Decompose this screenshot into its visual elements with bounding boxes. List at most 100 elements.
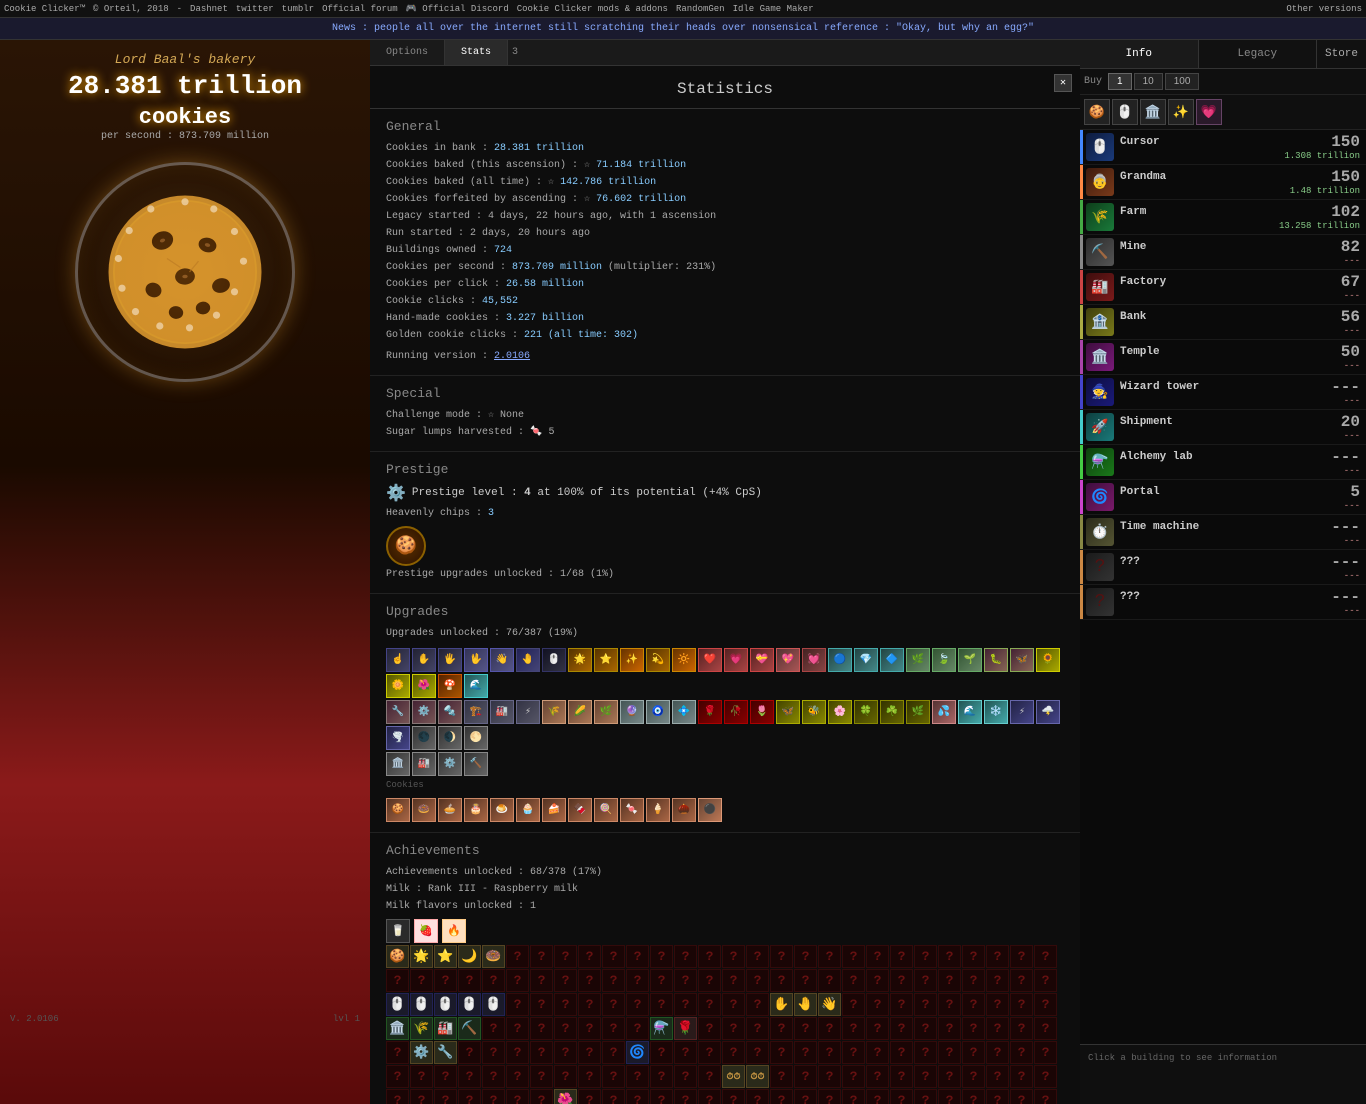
upgrade-icon[interactable]: ✨ bbox=[620, 648, 644, 672]
achievement-icon[interactable]: ? bbox=[554, 1041, 577, 1064]
achievement-icon[interactable]: ? bbox=[698, 1041, 721, 1064]
upgrade-icon[interactable]: 👋 bbox=[490, 648, 514, 672]
achievement-icon[interactable]: ? bbox=[722, 1017, 745, 1040]
achievement-icon[interactable]: ? bbox=[698, 1089, 721, 1104]
achievement-icon[interactable]: ? bbox=[962, 969, 985, 992]
achievement-icon[interactable]: ? bbox=[602, 1089, 625, 1104]
achievement-icon[interactable]: ? bbox=[1010, 1089, 1033, 1104]
achievement-icon[interactable]: ? bbox=[722, 969, 745, 992]
upgrade-icon[interactable]: 🌒 bbox=[438, 726, 462, 750]
cookie-upgrade-icon[interactable]: 🎂 bbox=[464, 798, 488, 822]
achievement-icon[interactable]: ? bbox=[410, 1089, 433, 1104]
cookie-upgrade-icon[interactable]: 🍰 bbox=[542, 798, 566, 822]
achievement-icon[interactable]: ? bbox=[578, 969, 601, 992]
achievement-icon[interactable]: ? bbox=[962, 1017, 985, 1040]
achievement-icon[interactable]: 🌹 bbox=[674, 1017, 697, 1040]
achievement-icon[interactable]: ? bbox=[650, 1065, 673, 1088]
achievement-icon[interactable]: ? bbox=[1010, 945, 1033, 968]
store-cursor-icon[interactable]: 🖱️ bbox=[1112, 99, 1138, 125]
topbar-randomgen-link[interactable]: RandomGen bbox=[676, 4, 725, 14]
stats-panel[interactable]: ✕ Statistics General Cookies in bank : 2… bbox=[370, 66, 1080, 1104]
cookie-upgrade-icon[interactable]: ⚫ bbox=[698, 798, 722, 822]
achievement-icon[interactable]: ? bbox=[866, 1041, 889, 1064]
achievement-icon[interactable]: ? bbox=[674, 945, 697, 968]
upgrade-icon[interactable]: 🔆 bbox=[672, 648, 696, 672]
achievement-icon[interactable]: ? bbox=[506, 945, 529, 968]
achievement-icon[interactable]: ? bbox=[986, 969, 1009, 992]
achievement-icon[interactable]: ? bbox=[530, 993, 553, 1016]
achievement-icon[interactable]: ? bbox=[794, 969, 817, 992]
cookie-upgrade-icon[interactable]: 🍬 bbox=[620, 798, 644, 822]
achievement-icon[interactable]: ? bbox=[506, 1017, 529, 1040]
achievement-icon[interactable]: ? bbox=[386, 969, 409, 992]
achievement-icon[interactable]: ? bbox=[986, 945, 1009, 968]
achievement-icon[interactable]: ? bbox=[722, 1041, 745, 1064]
buy-1-button[interactable]: 1 bbox=[1108, 73, 1132, 90]
achievement-icon[interactable]: ? bbox=[530, 1041, 553, 1064]
achievement-icon[interactable]: ? bbox=[386, 1041, 409, 1064]
achievement-icon[interactable]: ? bbox=[962, 1089, 985, 1104]
upgrade-icon[interactable]: 💝 bbox=[750, 648, 774, 672]
achievement-icon[interactable]: ? bbox=[434, 969, 457, 992]
upgrade-icon[interactable]: 💓 bbox=[802, 648, 826, 672]
achievement-icon[interactable]: ? bbox=[818, 1017, 841, 1040]
building-grandma-row[interactable]: 👵 Grandma 150 1.48 trillion bbox=[1080, 165, 1366, 200]
store-pink-icon[interactable]: 💗 bbox=[1196, 99, 1222, 125]
upgrade-icon[interactable]: ⚡ bbox=[1010, 700, 1034, 724]
upgrade-building-icon[interactable]: 🔨 bbox=[464, 752, 488, 776]
topbar-twitter-link[interactable]: twitter bbox=[236, 4, 274, 14]
achievement-icon[interactable]: ? bbox=[1010, 969, 1033, 992]
upgrade-icon[interactable]: 💗 bbox=[724, 648, 748, 672]
achievement-icon[interactable]: ? bbox=[914, 1089, 937, 1104]
cookie-upgrade-icon[interactable]: 🍮 bbox=[490, 798, 514, 822]
achievement-icon[interactable]: ? bbox=[554, 969, 577, 992]
achievement-icon[interactable]: ? bbox=[554, 1065, 577, 1088]
upgrade-icon[interactable]: 🐝 bbox=[802, 700, 826, 724]
upgrade-icon[interactable]: 🌊 bbox=[958, 700, 982, 724]
upgrade-building-icon[interactable]: 🏭 bbox=[412, 752, 436, 776]
upgrade-icon[interactable]: 🌊 bbox=[464, 674, 488, 698]
upgrade-icon[interactable]: 🌹 bbox=[698, 700, 722, 724]
achievement-icon[interactable]: ? bbox=[698, 993, 721, 1016]
achievement-icon[interactable]: 🖱️ bbox=[458, 993, 481, 1016]
achievement-icon[interactable]: ? bbox=[770, 1089, 793, 1104]
achievement-icon[interactable]: 🌀 bbox=[626, 1041, 649, 1064]
achievement-icon[interactable]: ? bbox=[1034, 1089, 1057, 1104]
achievement-icon[interactable]: ? bbox=[770, 969, 793, 992]
achievement-icon[interactable]: ? bbox=[938, 1041, 961, 1064]
achievement-icon[interactable]: ? bbox=[530, 945, 553, 968]
topbar-discord-link[interactable]: 🎮 Official Discord bbox=[406, 4, 509, 14]
upgrade-building-icon[interactable]: 🏛️ bbox=[386, 752, 410, 776]
achievement-icon[interactable]: ? bbox=[770, 1017, 793, 1040]
achievement-icon[interactable]: ? bbox=[794, 945, 817, 968]
achievement-icon[interactable]: ? bbox=[386, 1065, 409, 1088]
achievement-icon[interactable]: ? bbox=[674, 993, 697, 1016]
achievement-icon[interactable]: ? bbox=[674, 969, 697, 992]
achievement-icon[interactable]: ? bbox=[650, 945, 673, 968]
cookie-upgrade-icon[interactable]: 🍦 bbox=[646, 798, 670, 822]
achievement-icon[interactable]: ? bbox=[746, 1089, 769, 1104]
achievement-icon[interactable]: ? bbox=[578, 1089, 601, 1104]
achievement-icon[interactable]: 🍪 bbox=[386, 945, 409, 968]
achievement-icon[interactable]: ? bbox=[890, 1041, 913, 1064]
upgrade-icon[interactable]: ❤️ bbox=[698, 648, 722, 672]
achievement-icon[interactable]: ? bbox=[842, 1017, 865, 1040]
achievement-icon[interactable]: ⏱⏱ bbox=[722, 1065, 745, 1088]
building-unknown2-row[interactable]: ? ??? --- --- bbox=[1080, 585, 1366, 620]
achievement-icon[interactable]: ? bbox=[626, 993, 649, 1016]
store-sparkle-icon[interactable]: ✨ bbox=[1168, 99, 1194, 125]
achievement-icon[interactable]: ? bbox=[794, 1065, 817, 1088]
upgrade-icon[interactable]: 🌿 bbox=[594, 700, 618, 724]
achievement-icon[interactable]: ? bbox=[914, 945, 937, 968]
achievement-icon[interactable]: ? bbox=[962, 993, 985, 1016]
achievement-icon[interactable]: ? bbox=[818, 969, 841, 992]
achievement-icon[interactable]: ? bbox=[1034, 945, 1057, 968]
achievement-icon[interactable]: 🌾 bbox=[410, 1017, 433, 1040]
upgrade-icon[interactable]: 🌩️ bbox=[1036, 700, 1060, 724]
achievement-icon[interactable]: ? bbox=[938, 945, 961, 968]
upgrade-icon[interactable]: 🌸 bbox=[828, 700, 852, 724]
achievement-icon[interactable]: 🖱️ bbox=[386, 993, 409, 1016]
achievement-icon[interactable]: ✋ bbox=[770, 993, 793, 1016]
building-bank-row[interactable]: 🏦 Bank 56 --- bbox=[1080, 305, 1366, 340]
upgrade-icon[interactable]: 🌾 bbox=[542, 700, 566, 724]
